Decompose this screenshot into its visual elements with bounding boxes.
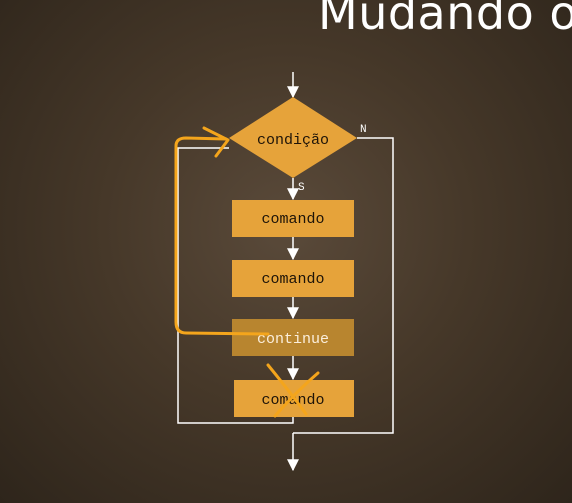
condition-label: condição bbox=[257, 132, 329, 149]
yes-label: S bbox=[298, 182, 305, 194]
no-label: N bbox=[360, 124, 367, 136]
highlight-arrowhead bbox=[202, 126, 230, 158]
command-label-1: comando bbox=[261, 211, 324, 228]
command-label-2: comando bbox=[261, 271, 324, 288]
flowchart: condição N S comando comando continue co… bbox=[174, 72, 394, 472]
